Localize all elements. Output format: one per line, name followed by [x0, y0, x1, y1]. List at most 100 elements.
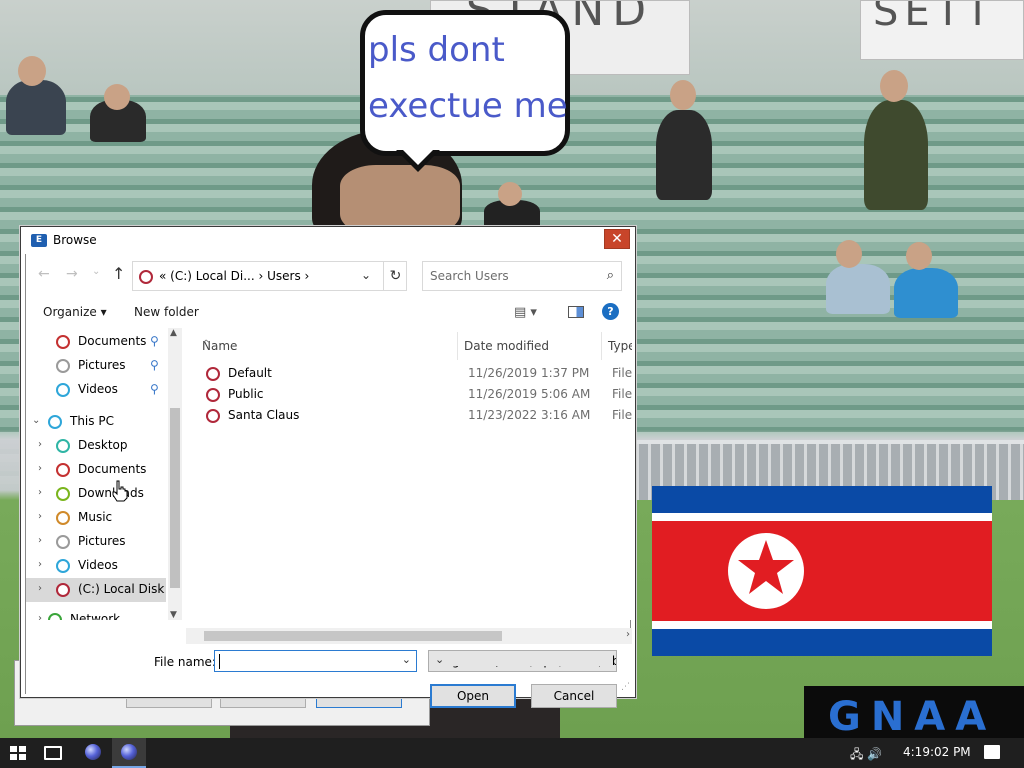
resize-grip-icon[interactable]: ⋰ — [621, 682, 630, 692]
column-header-date[interactable]: Date modified — [458, 332, 602, 360]
address-dropdown-icon[interactable]: ⌄ — [361, 268, 371, 282]
dialog-titlebar[interactable]: E Browse ✕ — [21, 227, 635, 254]
pin-icon: ⚲ — [150, 334, 159, 348]
chevron-right-icon[interactable]: › — [38, 583, 42, 594]
recent-locations-icon[interactable]: ⌄ — [92, 266, 100, 277]
spectator-head — [18, 56, 46, 86]
spectator-head — [836, 240, 862, 268]
forward-arrow-icon[interactable]: → — [66, 266, 78, 282]
spectator — [656, 110, 712, 200]
nav-item-label: Desktop — [78, 438, 128, 452]
preview-pane-icon[interactable] — [568, 306, 584, 318]
chevron-right-icon[interactable]: › — [38, 511, 42, 522]
nav-item-label: Videos — [78, 558, 118, 572]
column-header-type[interactable]: Type — [602, 332, 632, 360]
local-disk-icon — [139, 270, 153, 284]
windows-start-icon[interactable] — [10, 746, 26, 760]
nav-item-this-pc[interactable]: ⌄ This PC — [26, 410, 166, 434]
file-row[interactable]: Public 11/26/2019 5:06 AM File fo — [186, 385, 632, 406]
file-row[interactable]: Default 11/26/2019 1:37 PM File fo — [186, 364, 632, 385]
chevron-right-icon[interactable]: › — [38, 559, 42, 570]
up-arrow-icon[interactable]: ↑ — [112, 264, 125, 283]
nav-item-local-disk[interactable]: › (C:) Local Disk — [26, 578, 166, 602]
nav-item-documents-quick[interactable]: Documents ⚲ — [26, 330, 166, 354]
hand-cursor-icon — [112, 480, 128, 502]
new-folder-button[interactable]: New folder — [134, 305, 199, 319]
scrollbar-thumb[interactable] — [204, 631, 502, 641]
videos-icon — [56, 559, 70, 573]
open-button[interactable]: Open — [430, 684, 516, 708]
nav-item-pictures[interactable]: › Pictures — [26, 530, 166, 554]
view-options-icon[interactable]: ▤ ▾ — [514, 305, 537, 320]
nav-item-downloads[interactable]: › Downloads — [26, 482, 166, 506]
nav-item-label: Music — [78, 510, 113, 524]
speech-bubble-tail-fill — [402, 149, 434, 165]
navigation-pane-scrollbar[interactable]: ▲ ▼ — [168, 328, 182, 620]
nav-item-music[interactable]: › Music — [26, 506, 166, 530]
sort-ascending-icon: ^ — [202, 339, 211, 350]
file-date: 11/26/2019 5:06 AM — [468, 387, 591, 401]
file-name: Public — [228, 387, 264, 401]
nav-item-videos-quick[interactable]: Videos ⚲ — [26, 378, 166, 402]
organize-button[interactable]: Organize ▾ — [43, 305, 107, 319]
chevron-right-icon[interactable]: › — [38, 613, 42, 620]
chevron-right-icon[interactable]: › — [38, 463, 42, 474]
file-list-horizontal-scrollbar[interactable]: › — [186, 628, 632, 644]
navigation-pane: Documents ⚲ Pictures ⚲ Videos ⚲ ⌄ This P… — [26, 328, 184, 620]
chevron-right-icon[interactable]: › — [38, 487, 42, 498]
chevron-down-icon[interactable]: ⌄ — [32, 415, 40, 426]
file-date: 11/26/2019 1:37 PM — [468, 366, 590, 380]
file-type-select[interactable]: Programs (*.exe;*.pif;*.com;*.bat) ⌄ — [428, 650, 617, 672]
nav-item-desktop[interactable]: › Desktop — [26, 434, 166, 458]
search-placeholder: Search Users — [430, 269, 509, 283]
speech-bubble-line-1: pls dont — [368, 30, 505, 70]
spectator — [826, 264, 890, 314]
documents-icon — [56, 335, 70, 349]
address-bar[interactable]: « (C:) Local Di... › Users › ⌄ ↻ — [132, 261, 407, 291]
chevron-down-icon[interactable]: ⌄ — [433, 653, 613, 666]
clock[interactable]: 4:19:02 PM — [903, 745, 971, 759]
spectator-head — [670, 80, 696, 110]
cancel-button[interactable]: Cancel — [531, 684, 617, 708]
search-input[interactable]: Search Users ⌕ — [422, 261, 622, 291]
nav-item-documents[interactable]: › Documents — [26, 458, 166, 482]
address-path[interactable]: « (C:) Local Di... › Users › — [159, 269, 309, 283]
network-icon — [48, 613, 62, 620]
chevron-down-icon[interactable]: ⌄ — [402, 653, 411, 666]
scroll-up-icon[interactable]: ▲ — [170, 328, 177, 338]
spectator — [864, 100, 928, 210]
nav-item-label: Pictures — [78, 534, 126, 548]
back-arrow-icon[interactable]: ← — [38, 266, 50, 282]
flag-image — [652, 486, 992, 656]
nav-item-pictures-quick[interactable]: Pictures ⚲ — [26, 354, 166, 378]
file-name-input[interactable]: ⌄ — [214, 650, 417, 672]
scrollbar-thumb[interactable] — [170, 408, 180, 588]
stadium-sign-right: SETT — [860, 0, 1024, 60]
nav-item-label: Documents — [78, 334, 147, 348]
refresh-icon[interactable]: ↻ — [383, 262, 407, 290]
task-view-icon[interactable] — [44, 746, 62, 760]
column-header-label: Type — [608, 339, 632, 353]
nav-item-label: Documents — [78, 462, 147, 476]
documents-icon — [56, 463, 70, 477]
file-name: Default — [228, 366, 272, 380]
close-button[interactable]: ✕ — [604, 229, 630, 249]
column-header-name[interactable]: Name ^ — [196, 332, 458, 360]
nav-item-videos[interactable]: › Videos — [26, 554, 166, 578]
scroll-right-icon[interactable]: › — [626, 629, 630, 640]
help-icon[interactable]: ? — [602, 303, 619, 320]
taskbar-app-button-active[interactable] — [112, 738, 146, 768]
tray-network-volume-icons[interactable]: 🖧 🔊 — [850, 745, 882, 766]
chevron-right-icon[interactable]: › — [38, 535, 42, 546]
file-row[interactable]: Santa Claus 11/23/2022 3:16 AM File fo — [186, 406, 632, 427]
nav-item-network[interactable]: › Network — [26, 608, 166, 620]
scroll-down-icon[interactable]: ▼ — [170, 610, 177, 620]
notifications-icon[interactable] — [984, 745, 1000, 759]
spectator-head — [498, 182, 522, 206]
pin-icon: ⚲ — [150, 382, 159, 396]
nav-item-label: Videos — [78, 382, 118, 396]
dialog-title: Browse — [53, 233, 97, 247]
chevron-right-icon[interactable]: › — [38, 439, 42, 450]
gnaa-logo: GNAA — [828, 697, 997, 738]
taskbar-app-button[interactable] — [76, 738, 110, 768]
